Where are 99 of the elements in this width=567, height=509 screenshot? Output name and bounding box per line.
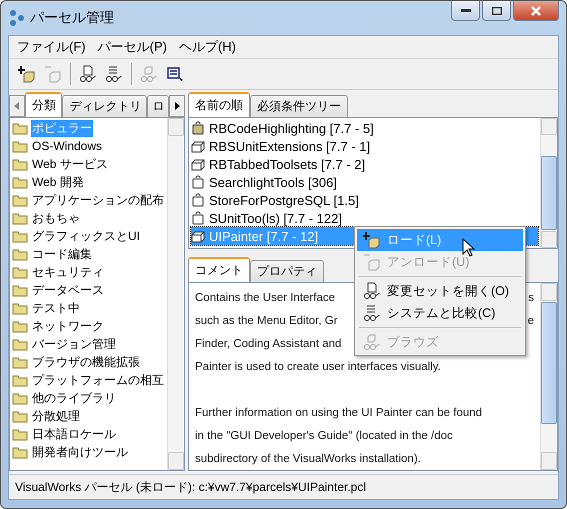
category-item[interactable]: テスト中 <box>31 300 81 316</box>
tab[interactable]: 必須条件ツリー <box>250 95 348 117</box>
comment-text: s <box>528 292 534 304</box>
folder-icon <box>12 338 28 350</box>
category-item[interactable]: グラフィックスとUI <box>31 228 141 244</box>
add-box-icon <box>18 65 36 83</box>
category-item[interactable]: OS-Windows <box>31 139 104 153</box>
folder-icon <box>12 176 28 188</box>
mouse-pointer-icon <box>462 238 476 258</box>
scroll-right-button[interactable] <box>169 95 185 117</box>
scrollbar[interactable] <box>540 283 557 470</box>
category-item[interactable]: Web 開発 <box>31 174 85 190</box>
category-item[interactable]: データベース <box>31 282 105 298</box>
comment-text: Further information on using the UI Painter can be found <box>195 406 482 418</box>
comment-text: Finder, Coding Assistant and <box>195 338 342 350</box>
window-title: パーセル管理 <box>30 9 114 27</box>
left-arrow-icon <box>14 102 20 110</box>
tab[interactable]: コメント <box>188 257 250 282</box>
comment-text: Contains the User Interface <box>195 292 335 304</box>
comment-text: subdirectory of the VisualWorks installation). <box>195 452 421 464</box>
category-item[interactable]: ブラウザの機能拡張 <box>31 354 141 370</box>
folder-icon <box>12 356 28 368</box>
tab[interactable]: ロ <box>147 95 170 117</box>
comment-text: in the "GUI Developer's Guide" (located in the /doc <box>195 430 453 442</box>
parcel-item[interactable]: RBTabbedToolsets [7.7 - 2] <box>191 155 538 173</box>
box-icon <box>363 253 381 271</box>
folder-icon <box>12 158 28 170</box>
folder-icon <box>12 374 28 386</box>
folder-icon <box>12 194 28 206</box>
bag-icon <box>191 175 205 189</box>
folder-icon <box>12 248 28 260</box>
folder-icon <box>12 284 28 296</box>
category-item[interactable]: おもちゃ <box>31 210 81 226</box>
folder-icon <box>12 428 28 440</box>
scroll-left-button[interactable] <box>9 95 25 117</box>
status-text: VisualWorks パーセル (未ロード): c:¥vw7.7¥parcels¥UIPainter.pcl <box>15 478 366 496</box>
box-icon <box>191 157 205 171</box>
folder-icon <box>12 140 28 152</box>
folder-icon <box>12 122 28 134</box>
tab[interactable]: プロパティ <box>250 260 324 282</box>
tab[interactable]: 名前の順 <box>188 92 250 117</box>
add-box-icon <box>363 231 381 249</box>
parcel-item[interactable]: RBSUnitExtensions [7.7 - 1] <box>191 137 538 155</box>
folder-icon <box>12 212 28 224</box>
folder-icon <box>12 230 28 242</box>
folder-icon <box>12 266 28 278</box>
menu-item[interactable]: 変更セットを開く(O) <box>357 280 523 302</box>
category-item[interactable]: 開発者向けツール <box>31 444 129 460</box>
tab[interactable]: ディレクトリ <box>62 95 148 117</box>
list-cursor-icon <box>166 65 184 83</box>
maximize-icon <box>492 6 502 14</box>
bag-icon <box>191 211 205 225</box>
app-icon <box>8 9 26 27</box>
category-item[interactable]: プラットフォームの相互 <box>31 372 165 388</box>
parcel-item[interactable]: SUnitToo(ls) [7.7 - 122] <box>191 209 538 227</box>
folder-icon <box>12 302 28 314</box>
close-icon <box>530 6 542 16</box>
bag-icon <box>191 121 205 135</box>
box-icon <box>44 65 62 83</box>
box-glasses-icon <box>140 65 158 83</box>
box-icon <box>191 229 205 243</box>
tab[interactable]: 分類 <box>24 92 62 117</box>
category-item[interactable]: 日本語ロケール <box>31 426 117 442</box>
parcel-item[interactable]: StoreForPostgreSQL [1.5] <box>191 191 538 209</box>
comment-text: Painter is used to create user interfaces visually. <box>195 360 441 372</box>
comment-text: e <box>528 314 534 326</box>
close-button[interactable] <box>513 1 559 21</box>
menu-item[interactable]: システムと比較(C) <box>357 302 523 324</box>
bag-icon <box>191 193 205 207</box>
maximize-button[interactable] <box>482 1 511 21</box>
minimize-button[interactable] <box>451 1 480 21</box>
category-item[interactable]: ネットワーク <box>31 318 105 334</box>
minimize-icon <box>460 8 470 12</box>
list-glasses-icon <box>363 304 381 322</box>
box-icon <box>191 139 205 153</box>
scrollbar[interactable] <box>540 118 557 248</box>
parcel-item[interactable]: RBCodeHighlighting [7.7 - 5] <box>191 119 538 137</box>
folder-icon <box>12 392 28 404</box>
category-item[interactable]: セキュリティ <box>31 264 105 280</box>
category-item[interactable]: コード編集 <box>31 246 93 262</box>
scrollbar[interactable] <box>167 118 184 470</box>
folder-icon <box>12 446 28 458</box>
right-arrow-icon <box>174 102 180 110</box>
menu-item[interactable]: パーセル(P) <box>94 38 171 56</box>
parcel-item[interactable]: SearchlightTools [306] <box>191 173 538 191</box>
menu-item[interactable]: ヘルプ(H) <box>174 38 240 56</box>
category-item[interactable]: 分散処理 <box>31 408 81 424</box>
document-glasses-icon <box>79 65 97 83</box>
list-glasses-icon <box>105 65 123 83</box>
category-item[interactable]: Web サービス <box>31 156 109 172</box>
category-item[interactable]: 他のライブラリ <box>31 390 117 406</box>
box-glasses-icon <box>363 333 381 351</box>
category-item[interactable]: バージョン管理 <box>31 336 117 352</box>
comment-text: such as the Menu Editor, Gr <box>195 314 338 326</box>
document-glasses-icon <box>363 282 381 300</box>
category-item[interactable]: アプリケーションの配布 <box>31 192 165 208</box>
folder-icon <box>12 410 28 422</box>
menu-item[interactable]: ファイル(F) <box>13 38 90 56</box>
folder-icon <box>12 320 28 332</box>
